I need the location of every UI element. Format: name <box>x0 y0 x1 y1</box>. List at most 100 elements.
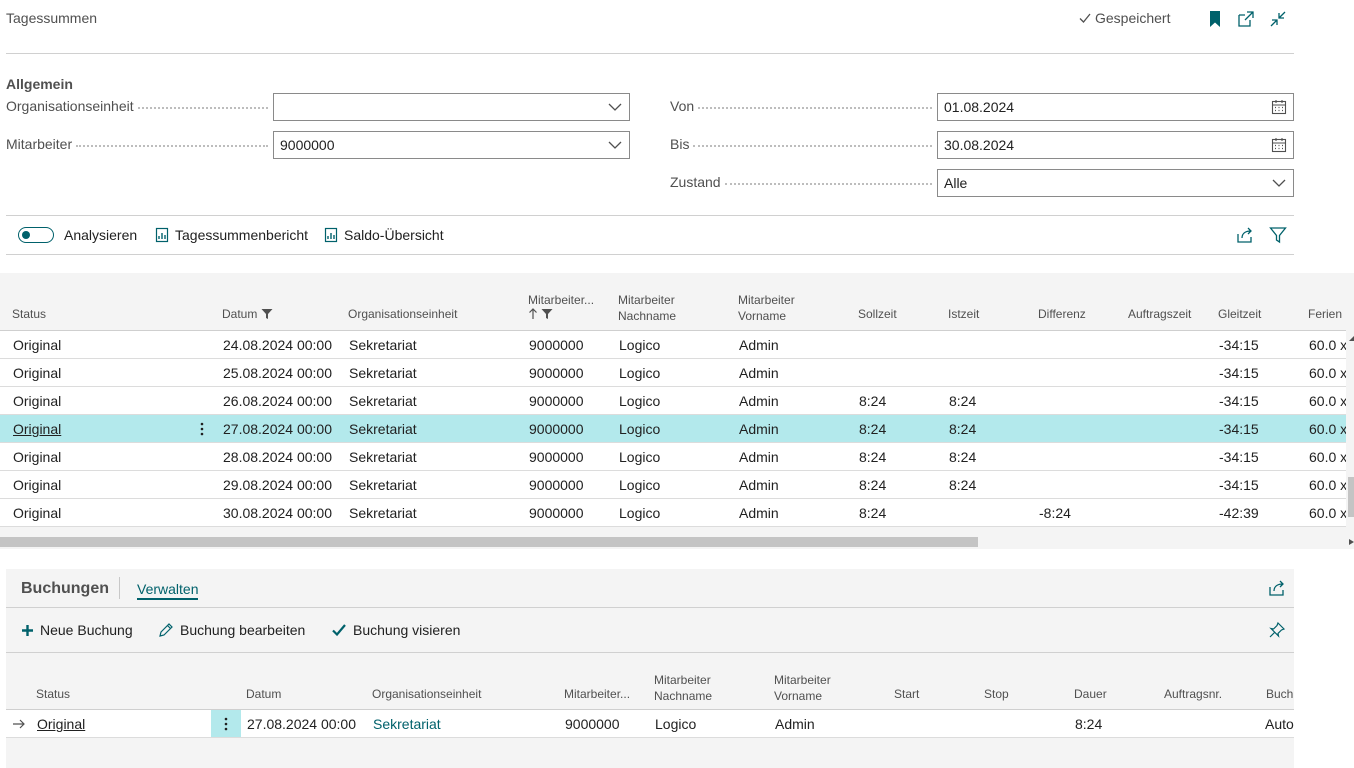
filter-icon[interactable] <box>1269 226 1287 244</box>
from-date-field[interactable]: 01.08.2024 <box>937 93 1294 121</box>
booking-first-name: Admin <box>775 716 815 732</box>
calendar-icon[interactable] <box>1271 99 1287 115</box>
row-org-unit: Sekretariat <box>349 337 417 353</box>
row-employee-no: 9000000 <box>529 393 584 409</box>
row-org-unit: Sekretariat <box>349 365 417 381</box>
row-flextime: -34:15 <box>1219 365 1259 381</box>
row-actions-menu[interactable] <box>211 710 241 737</box>
pin-icon[interactable] <box>1268 621 1286 639</box>
edit-booking-button[interactable]: Buchung bearbeiten <box>158 622 305 638</box>
row-target-time: 8:24 <box>859 505 887 521</box>
org-unit-dropdown[interactable] <box>273 93 630 121</box>
row-vacation: 60.0 x <box>1309 449 1346 465</box>
collapse-icon[interactable] <box>1268 9 1288 29</box>
actionbar-divider <box>6 254 1294 255</box>
bookings-column-header-duration[interactable]: Dauer <box>1074 686 1107 702</box>
bookmark-icon[interactable] <box>1205 9 1225 29</box>
column-header-status[interactable]: Status <box>12 306 46 322</box>
row-status[interactable]: Original <box>13 421 61 437</box>
employee-dropdown[interactable]: 9000000 <box>273 131 630 159</box>
row-actions-menu[interactable] <box>196 421 208 437</box>
approve-booking-button[interactable]: Buchung visieren <box>331 622 460 638</box>
row-status[interactable]: Original <box>13 337 61 353</box>
analyze-toggle[interactable]: Analysieren <box>18 227 137 243</box>
bookings-column-header-first-name[interactable]: Mitarbeiter Vorname <box>774 672 831 704</box>
row-last-name: Logico <box>619 449 661 465</box>
row-last-name: Logico <box>619 337 661 353</box>
state-dropdown[interactable]: Alle <box>937 169 1294 197</box>
row-vacation: 60.0 x <box>1309 505 1346 521</box>
bookings-column-header-start[interactable]: Start <box>894 686 919 702</box>
bookings-column-header-stop[interactable]: Stop <box>984 686 1009 702</box>
column-header-last-name[interactable]: Mitarbeiter Nachname <box>618 292 676 324</box>
section-divider <box>6 215 1294 216</box>
toggle-switch[interactable] <box>18 227 54 243</box>
table-row[interactable]: Original 25.08.2024 00:00 Sekretariat 90000… <box>0 359 1346 387</box>
bookings-column-header-last-name[interactable]: Mitarbeiter Nachname <box>654 672 712 704</box>
column-header-org-unit[interactable]: Organisationseinheit <box>348 306 457 322</box>
row-org-unit: Sekretariat <box>349 477 417 493</box>
bookings-title[interactable]: Buchungen <box>21 580 109 598</box>
column-header-date[interactable]: Datum <box>222 306 273 322</box>
row-first-name: Admin <box>739 393 779 409</box>
calendar-icon[interactable] <box>1271 137 1287 153</box>
row-status[interactable]: Original <box>13 505 61 521</box>
state-label: Zustand <box>670 174 932 190</box>
bookings-column-header-booking[interactable]: Buchı <box>1266 686 1294 702</box>
row-org-unit: Sekretariat <box>349 449 417 465</box>
row-date: 25.08.2024 00:00 <box>223 365 332 381</box>
row-status[interactable]: Original <box>13 449 61 465</box>
table-row[interactable]: Original 26.08.2024 00:00 Sekretariat 90000… <box>0 387 1346 415</box>
share-icon[interactable] <box>1236 226 1254 244</box>
bookings-table-row[interactable]: Original 27.08.2024 00:00 Sekretariat 90… <box>6 710 1294 738</box>
bookings-column-header-order-no[interactable]: Auftragsnr. <box>1164 686 1222 702</box>
bookings-column-header-employee-no[interactable]: Mitarbeiter... <box>564 686 630 702</box>
vertical-scrollbar-thumb[interactable] <box>1348 477 1354 517</box>
tab-manage[interactable]: Verwalten <box>137 581 199 600</box>
horizontal-scrollbar[interactable] <box>0 537 978 547</box>
table-row[interactable]: Original 27.08.2024 00:00 Sekretariat 90000… <box>0 415 1346 443</box>
arrow-right-icon <box>13 719 25 729</box>
row-status[interactable]: Original <box>13 365 61 381</box>
new-booking-button[interactable]: Neue Buchung <box>21 622 133 638</box>
table-row[interactable]: Original 24.08.2024 00:00 Sekretariat 90000… <box>0 331 1346 359</box>
column-header-order-time[interactable]: Auftragszeit <box>1128 306 1191 322</box>
to-date-label: Bis <box>670 136 932 152</box>
bookings-header-divider <box>6 607 1294 608</box>
checkmark-icon <box>1079 13 1091 23</box>
open-in-new-window-icon[interactable] <box>1236 9 1256 29</box>
bookings-column-header-org-unit[interactable]: Organisationseinheit <box>372 686 481 702</box>
balance-overview-label: Saldo-Übersicht <box>344 227 444 243</box>
scroll-up-arrow-icon[interactable] <box>1349 336 1354 341</box>
column-header-difference[interactable]: Differenz <box>1038 306 1086 322</box>
column-header-target-time[interactable]: Sollzeit <box>858 306 897 322</box>
row-actual-time: 8:24 <box>949 421 977 437</box>
share-icon[interactable] <box>1268 579 1286 597</box>
to-date-field[interactable]: 30.08.2024 <box>937 131 1294 159</box>
booking-org-unit-link[interactable]: Sekretariat <box>373 716 441 732</box>
column-header-actual-time[interactable]: Istzeit <box>948 306 979 322</box>
row-status[interactable]: Original <box>13 477 61 493</box>
page-title: Tagessummen <box>6 10 98 26</box>
bookings-column-header-date[interactable]: Datum <box>246 686 281 702</box>
row-status[interactable]: Original <box>13 393 61 409</box>
booking-status-link[interactable]: Original <box>37 716 85 732</box>
table-row[interactable]: Original 28.08.2024 00:00 Sekretariat 90000… <box>0 443 1346 471</box>
row-last-name: Logico <box>619 505 661 521</box>
column-header-vacation[interactable]: Ferien <box>1308 306 1342 322</box>
row-org-unit: Sekretariat <box>349 505 417 521</box>
filter-icon <box>541 309 553 319</box>
balance-overview-button[interactable]: Saldo-Übersicht <box>324 227 444 243</box>
scroll-right-arrow-icon[interactable] <box>1349 539 1354 545</box>
chevron-down-icon <box>608 141 622 149</box>
table-row[interactable]: Original 30.08.2024 00:00 Sekretariat 90000… <box>0 499 1346 527</box>
table-row[interactable]: Original 29.08.2024 00:00 Sekretariat 90000… <box>0 471 1346 499</box>
row-employee-no: 9000000 <box>529 337 584 353</box>
column-header-first-name[interactable]: Mitarbeiter Vorname <box>738 292 795 324</box>
daily-report-button[interactable]: Tagessummenbericht <box>155 227 308 243</box>
column-header-employee-no[interactable]: Mitarbeiter... <box>528 292 594 320</box>
column-header-flextime[interactable]: Gleitzeit <box>1218 306 1261 322</box>
row-vacation: 60.0 x <box>1309 393 1346 409</box>
bookings-column-header-status[interactable]: Status <box>36 686 70 702</box>
row-first-name: Admin <box>739 337 779 353</box>
